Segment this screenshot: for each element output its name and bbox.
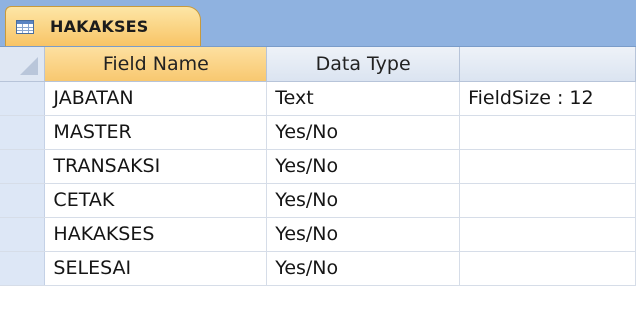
data-type-cell[interactable]: Yes/No: [266, 183, 461, 218]
row-selector[interactable]: [0, 251, 46, 286]
table-row[interactable]: HAKAKSES Yes/No: [0, 217, 636, 252]
field-properties-cell[interactable]: FieldSize : 12: [459, 81, 636, 116]
table-row[interactable]: TRANSAKSI Yes/No: [0, 149, 636, 184]
field-name-cell[interactable]: TRANSAKSI: [44, 149, 268, 184]
field-properties-cell[interactable]: [459, 217, 636, 252]
document-tab-bar: HAKAKSES: [0, 0, 636, 47]
table-row[interactable]: CETAK Yes/No: [0, 183, 636, 218]
data-type-cell[interactable]: Text: [266, 81, 461, 116]
table-icon: [16, 19, 34, 34]
field-name-cell[interactable]: MASTER: [44, 115, 268, 150]
field-name-cell[interactable]: JABATAN: [44, 81, 268, 116]
design-grid: Field Name Data Type JABATAN Text FieldS…: [0, 47, 636, 286]
select-all-corner[interactable]: [0, 47, 46, 82]
field-name-cell[interactable]: CETAK: [44, 183, 268, 218]
table-tab[interactable]: HAKAKSES: [5, 6, 201, 46]
data-type-cell[interactable]: Yes/No: [266, 149, 461, 184]
table-row[interactable]: SELESAI Yes/No: [0, 251, 636, 286]
field-properties-cell[interactable]: [459, 251, 636, 286]
field-name-cell[interactable]: SELESAI: [44, 251, 268, 286]
row-selector[interactable]: [0, 217, 46, 252]
column-header-data-type[interactable]: Data Type: [266, 47, 461, 82]
header-row: Field Name Data Type: [0, 47, 636, 82]
data-type-cell[interactable]: Yes/No: [266, 251, 461, 286]
data-type-cell[interactable]: Yes/No: [266, 115, 461, 150]
field-properties-cell[interactable]: [459, 183, 636, 218]
field-properties-cell[interactable]: [459, 115, 636, 150]
tab-label: HAKAKSES: [50, 17, 149, 36]
row-selector[interactable]: [0, 81, 46, 116]
field-properties-cell[interactable]: [459, 149, 636, 184]
data-type-cell[interactable]: Yes/No: [266, 217, 461, 252]
corner-triangle-icon: [20, 56, 39, 75]
column-header-field-name[interactable]: Field Name: [44, 47, 268, 82]
table-row[interactable]: MASTER Yes/No: [0, 115, 636, 150]
row-selector[interactable]: [0, 149, 46, 184]
row-selector[interactable]: [0, 183, 46, 218]
table-row[interactable]: JABATAN Text FieldSize : 12: [0, 81, 636, 116]
column-header-description[interactable]: [459, 47, 636, 82]
row-selector[interactable]: [0, 115, 46, 150]
field-name-cell[interactable]: HAKAKSES: [44, 217, 268, 252]
